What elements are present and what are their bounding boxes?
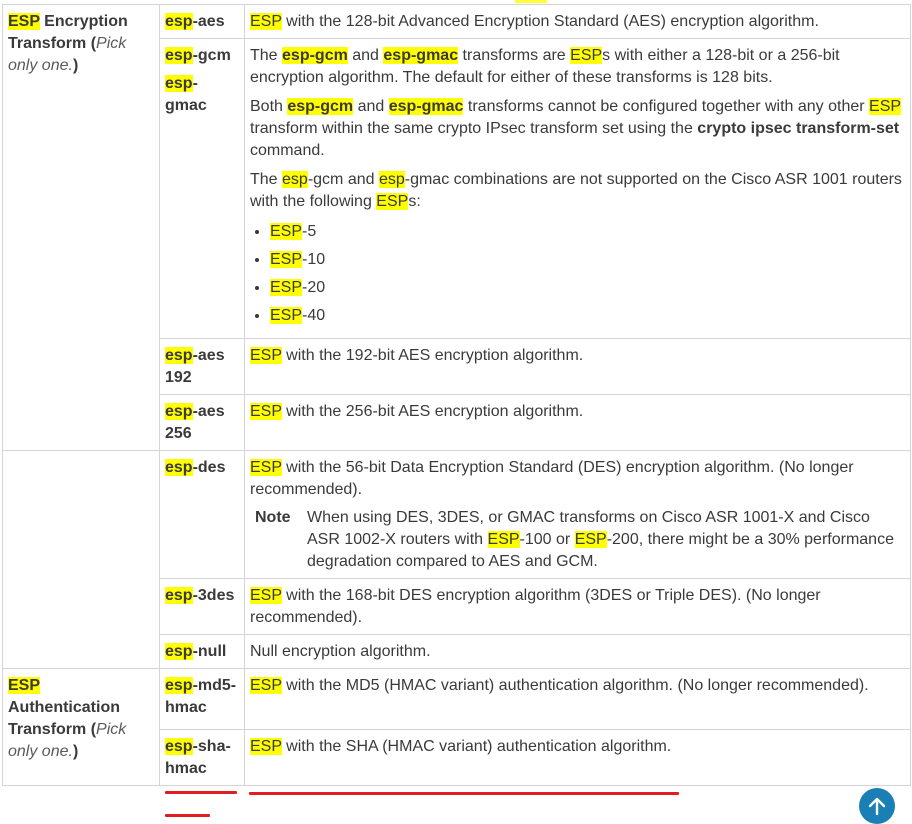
keyword: -null xyxy=(192,643,227,660)
esp-highlight: esp xyxy=(165,75,193,92)
esp-highlight: ESP xyxy=(8,677,40,694)
description-cell: ESP with the 128-bit Advanced Encryption… xyxy=(244,4,911,39)
description: with the 168-bit DES encryption algorith… xyxy=(250,587,821,626)
esp-highlight: esp xyxy=(165,738,193,755)
keyword-cell: esp-aes xyxy=(159,4,245,39)
description: with the MD5 (HMAC variant) authenticati… xyxy=(281,677,869,694)
group-authentication-cell: ESP Authentication Transform (Pick only … xyxy=(2,668,160,786)
command-name: crypto ipsec transform-set xyxy=(697,120,900,137)
esp-highlight: ESP xyxy=(869,98,901,115)
description: with the 128-bit Advanced Encryption Sta… xyxy=(281,13,819,30)
keyword-cell: esp-md5-hmac xyxy=(159,668,245,730)
annotation-underline xyxy=(165,791,237,794)
description: with the SHA (HMAC variant) authenticati… xyxy=(281,738,672,755)
esp-highlight: esp xyxy=(165,587,193,604)
esp-highlight: esp xyxy=(165,47,193,64)
description-cell: The esp-gcm and esp-gmac transforms are … xyxy=(244,38,911,339)
esp-highlight: esp xyxy=(165,347,193,364)
description-cell: ESP with the 168-bit DES encryption algo… xyxy=(244,578,911,635)
table-row: esp-des ESP with the 56-bit Data Encrypt… xyxy=(2,450,911,669)
esp-highlight: ESP xyxy=(250,677,282,694)
group-encryption-cell: ESP Encryption Transform (Pick only one.… xyxy=(2,4,160,451)
description-cell: ESP with the SHA (HMAC variant) authenti… xyxy=(244,729,911,786)
note-label: Note xyxy=(255,509,291,526)
esp-highlight: esp xyxy=(165,459,193,476)
description-cell: ESP with the 192-bit AES encryption algo… xyxy=(244,338,911,395)
keyword: -gcm xyxy=(192,47,231,64)
esp-highlight: ESP xyxy=(8,13,40,30)
description-cell: ESP with the 56-bit Data Encryption Stan… xyxy=(244,450,911,579)
list-item: ESP-40 xyxy=(270,305,905,327)
list-item: ESP-10 xyxy=(270,249,905,271)
description-cell: ESP with the 256-bit AES encryption algo… xyxy=(244,394,911,451)
keyword: -des xyxy=(192,459,226,476)
esp-highlight: ESP xyxy=(250,459,282,476)
esp-highlight: esp xyxy=(165,403,193,420)
keyword: -3des xyxy=(192,587,235,604)
arrow-up-icon xyxy=(868,797,886,816)
esp-transform-table: ESP Encryption Transform (Pick only one.… xyxy=(2,4,911,786)
keyword-cell: esp-null xyxy=(159,634,245,669)
note-box: Note When using DES, 3DES, or GMAC trans… xyxy=(250,507,905,573)
paragraph: Both esp-gcm and esp-gmac transforms can… xyxy=(250,98,901,159)
table-row: ESP Encryption Transform (Pick only one.… xyxy=(2,4,911,451)
group-empty-cell xyxy=(2,450,160,669)
note-text: When using DES, 3DES, or GMAC transforms… xyxy=(307,509,894,570)
esp-highlight: ESP xyxy=(250,587,282,604)
esp-highlight: esp xyxy=(282,171,308,188)
description: Null encryption algorithm. xyxy=(250,643,431,660)
keyword-cell: esp-sha-hmac xyxy=(159,729,245,786)
esp-highlight: ESP xyxy=(376,193,409,210)
keyword-cell: esp-3des xyxy=(159,578,245,635)
paragraph: The esp-gcm and esp-gmac combinations ar… xyxy=(250,171,902,210)
esp-highlight: ESP xyxy=(250,13,282,30)
keyword: -aes xyxy=(192,13,225,30)
esp-highlight: esp-gcm xyxy=(282,47,348,64)
paragraph: The esp-gcm and esp-gmac transforms are … xyxy=(250,47,840,86)
description: with the 56-bit Data Encryption Standard… xyxy=(250,459,854,498)
esp-highlight: esp-gmac xyxy=(383,47,459,64)
esp-highlight: esp-gcm xyxy=(287,98,354,115)
annotation-underline xyxy=(249,792,679,795)
description-cell: ESP with the MD5 (HMAC variant) authenti… xyxy=(244,668,911,730)
esp-highlight: ESP xyxy=(250,403,282,420)
esp-highlight: ESP xyxy=(250,738,282,755)
esp-highlight: esp xyxy=(165,677,193,694)
esp-model-list: ESP-5 ESP-10 ESP-20 ESP-40 xyxy=(250,221,905,327)
esp-highlight: esp-gmac xyxy=(388,98,464,115)
keyword-cell: esp-gcm esp-gmac xyxy=(159,38,245,339)
description: with the 256-bit AES encryption algorith… xyxy=(281,403,584,420)
keyword-cell: esp-aes 256 xyxy=(159,394,245,451)
keyword-cell: esp-aes 192 xyxy=(159,338,245,395)
esp-highlight: ESP xyxy=(250,347,282,364)
table-row: ESP Authentication Transform (Pick only … xyxy=(2,668,911,786)
list-item: ESP-5 xyxy=(270,221,905,243)
highlight-fragment xyxy=(515,0,547,3)
esp-highlight: esp xyxy=(378,171,405,188)
description-cell: Null encryption algorithm. xyxy=(244,634,911,669)
esp-highlight: ESP xyxy=(570,47,603,64)
description: with the 192-bit AES encryption algorith… xyxy=(281,347,584,364)
esp-highlight: esp xyxy=(165,643,193,660)
esp-highlight: esp xyxy=(165,13,193,30)
annotation-underline xyxy=(165,814,210,817)
keyword-cell: esp-des xyxy=(159,450,245,579)
list-item: ESP-20 xyxy=(270,277,905,299)
